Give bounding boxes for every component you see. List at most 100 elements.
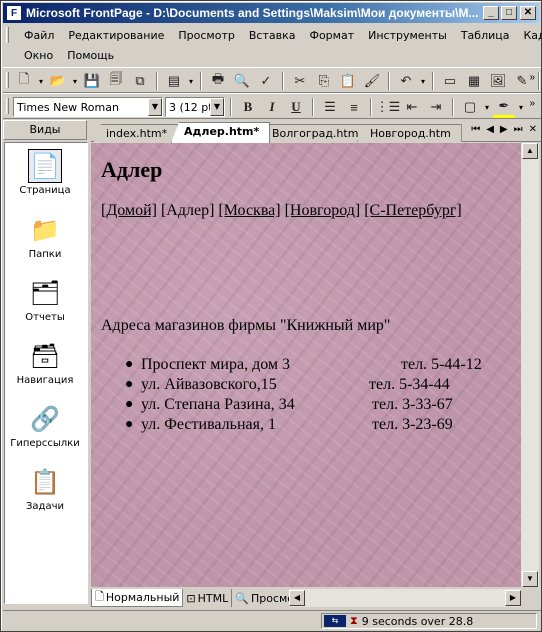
tab-first-icon[interactable]: ⏮ (471, 124, 480, 135)
menu-file[interactable]: Файл (17, 29, 61, 42)
page-view-icon: 📄 (28, 149, 62, 183)
list-item: ● Проспект мира, дом 3 тел. 5-44-12 (125, 355, 505, 375)
tab-adler[interactable]: Адлер.htm* (171, 122, 271, 143)
view-tasks[interactable]: 📋 Задачи (5, 465, 85, 512)
save-icon[interactable]: 💾 (81, 70, 103, 92)
view-navigation-label: Навигация (16, 375, 74, 386)
new-dropdown-icon[interactable]: ▾ (37, 77, 45, 86)
tab-normal[interactable]: 🗋 Нормальный (91, 589, 184, 607)
pane-dropdown-icon[interactable]: ▾ (187, 77, 195, 86)
italic-button[interactable]: I (261, 96, 283, 118)
navigation-view-icon: 🗃 (29, 342, 61, 370)
formatting-options-icon[interactable]: » (529, 98, 535, 109)
menu-window[interactable]: Окно (17, 49, 60, 62)
scroll-right-icon[interactable]: ▶ (505, 590, 521, 606)
view-hyperlinks[interactable]: 🔗 Гиперссылки (5, 402, 85, 449)
decrease-indent-icon[interactable]: ⇤ (401, 96, 423, 118)
insert-table-icon[interactable]: ▦ (463, 70, 485, 92)
folder-list-icon[interactable]: ⧉ (129, 70, 151, 92)
status-bar: ⇆ ⧗ 9 seconds over 28.8 (3, 610, 541, 630)
close-button[interactable]: ✕ (520, 6, 536, 20)
link-home[interactable]: [Домой] (101, 202, 157, 219)
toolbar-grip (6, 72, 9, 88)
spelling-icon[interactable]: ✓ (255, 70, 277, 92)
highlight-dropdown-icon[interactable]: ▾ (517, 103, 525, 112)
bold-button[interactable]: B (237, 96, 259, 118)
format-painter-icon[interactable]: 🖌 (361, 70, 383, 92)
tab-normal-label: Нормальный (105, 591, 180, 604)
page-tabs: index.htm* Адлер.htm* Волгоград.htm Новг… (91, 122, 541, 143)
font-size-select[interactable]: 3 (12 pt) ▼ (165, 97, 225, 117)
print-icon[interactable]: 🖶 (207, 70, 229, 92)
link-spb[interactable]: [С-Петербург] (364, 202, 462, 219)
link-novgorod[interactable]: [Новгород] (285, 202, 361, 219)
tab-index[interactable]: index.htm* (93, 124, 179, 142)
menu-frames[interactable]: Кадры (516, 29, 542, 42)
toolbar-options-icon[interactable]: » (529, 72, 535, 83)
highlight-icon[interactable]: ✒ (493, 96, 515, 118)
menu-tools[interactable]: Инструменты (361, 29, 454, 42)
toggle-pane-icon[interactable]: ▤ (163, 70, 185, 92)
page-editor[interactable]: Адлер [Домой] [Адлер] [Москва] [Новгород… (91, 143, 521, 587)
tab-close-icon[interactable]: ✕ (529, 124, 537, 135)
views-bar: Виды 📄 Страница 📁 Папки 🗂 Отчеты 🗃 Навиг… (3, 120, 88, 608)
view-reports[interactable]: 🗂 Отчеты (5, 276, 85, 323)
view-navigation[interactable]: 🗃 Навигация (5, 339, 85, 386)
cut-icon[interactable]: ✂ (289, 70, 311, 92)
download-time: 9 seconds over 28.8 (361, 614, 474, 628)
tab-novgorod[interactable]: Новгород.htm (357, 124, 462, 142)
frontpage-window: F Microsoft FrontPage - D:\Documents and… (0, 0, 542, 632)
maximize-button[interactable]: □ (501, 6, 517, 20)
font-dropdown-icon[interactable]: ▼ (148, 98, 162, 116)
tab-last-icon[interactable]: ⏭ (514, 124, 523, 135)
menu-table[interactable]: Таблица (454, 29, 517, 42)
font-select[interactable]: Times New Roman ▼ (13, 97, 163, 117)
scroll-up-icon[interactable]: ▲ (522, 143, 538, 159)
center-icon[interactable]: ≡ (343, 96, 365, 118)
tab-prev-icon[interactable]: ◀ (486, 124, 494, 135)
tab-volgograd[interactable]: Волгоград.htm (259, 124, 370, 142)
network-icon: ⇆ (324, 615, 346, 627)
menu-view[interactable]: Просмотр (171, 29, 241, 42)
standard-toolbar-buttons: 🗋 ▾ 📂 ▾ 💾 🗐 ⧉ ▤ ▾ 🖶 🔍 ✓ ✂ ⎘ 📋 🖌 ↶ ▾ ▭ ▦ 🖼 ✎ … (13, 70, 542, 92)
bullet-icon: ● (125, 397, 134, 412)
insert-component-icon[interactable]: ▭ (439, 70, 461, 92)
align-left-icon[interactable]: ☰ (319, 96, 341, 118)
print-preview-icon[interactable]: 🔍 (231, 70, 253, 92)
formatting-toolbar: Times New Roman ▼ 3 (12 pt) ▼ B I U ☰ ≡ … (3, 93, 541, 119)
increase-indent-icon[interactable]: ⇥ (425, 96, 447, 118)
copy-icon[interactable]: ⎘ (313, 70, 335, 92)
font-size-dropdown-icon[interactable]: ▼ (210, 98, 224, 116)
paste-icon[interactable]: 📋 (337, 70, 359, 92)
menu-insert[interactable]: Вставка (242, 29, 303, 42)
publish-icon[interactable]: 🗐 (105, 70, 127, 92)
tab-html[interactable]: ⊡ HTML (183, 589, 233, 607)
insert-picture-icon[interactable]: 🖼 (487, 70, 509, 92)
scroll-down-icon[interactable]: ▼ (522, 571, 538, 587)
font-value: Times New Roman (17, 100, 119, 114)
open-dropdown-icon[interactable]: ▾ (71, 77, 79, 86)
undo-dropdown-icon[interactable]: ▾ (419, 77, 427, 86)
tab-html-label: HTML (197, 591, 229, 605)
menu-edit[interactable]: Редактирование (61, 29, 171, 42)
vertical-scrollbar[interactable]: ▲ ▼ (521, 143, 539, 587)
undo-icon[interactable]: ↶ (395, 70, 417, 92)
html-mode-icon: ⊡ (186, 591, 196, 605)
view-folders[interactable]: 📁 Папки (5, 213, 85, 260)
borders-icon[interactable]: ▢ (459, 96, 481, 118)
menu-format[interactable]: Формат (302, 29, 361, 42)
minimize-button[interactable]: _ (483, 6, 499, 20)
numbering-icon[interactable]: ⋮☰ (376, 96, 401, 118)
view-page[interactable]: 📄 Страница (5, 149, 85, 196)
menu-help[interactable]: Помощь (60, 49, 121, 62)
horizontal-scrollbar[interactable]: ◀ ▶ (289, 589, 521, 607)
borders-dropdown-icon[interactable]: ▾ (483, 103, 491, 112)
address-phone: тел. 5-44-12 (401, 356, 482, 373)
new-page-icon[interactable]: 🗋 (13, 70, 35, 92)
scroll-left-icon[interactable]: ◀ (289, 590, 305, 606)
stores-subtitle: Адреса магазинов фирмы "Книжный мир" (101, 317, 391, 334)
tab-next-icon[interactable]: ▶ (500, 124, 508, 135)
open-folder-icon[interactable]: 📂 (47, 70, 69, 92)
underline-button[interactable]: U (285, 96, 307, 118)
link-moscow[interactable]: [Москва] (218, 202, 280, 219)
